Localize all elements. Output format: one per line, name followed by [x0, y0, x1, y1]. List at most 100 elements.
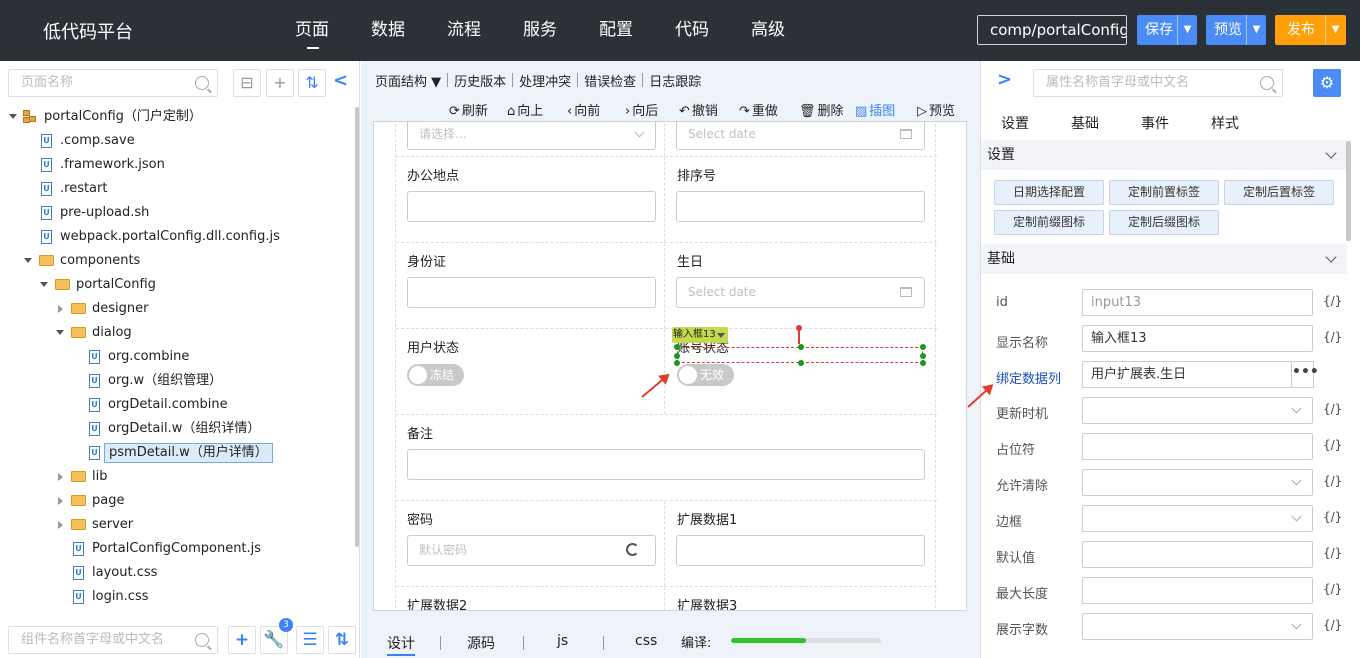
expression-button[interactable]: {/} — [1323, 402, 1342, 416]
resize-handle[interactable] — [674, 353, 680, 359]
new-folder-icon[interactable]: ⊟ — [233, 69, 261, 97]
bind-column-input[interactable]: 用户扩展表.生日 — [1082, 361, 1292, 388]
form-cell[interactable]: 备注 — [396, 415, 937, 500]
expression-button[interactable]: {/} — [1323, 294, 1342, 308]
screenshot-button[interactable]: ▨ 插图 — [855, 100, 895, 119]
expand-right-icon[interactable]: > — [997, 69, 1012, 90]
tab-basic[interactable]: 基础 — [1071, 113, 1099, 133]
preview-button[interactable]: 预览 ▼ — [1206, 15, 1266, 45]
delete-button[interactable]: 🗑 删除 — [799, 100, 844, 119]
nav-data[interactable]: 数据 — [371, 0, 447, 61]
ext1-input[interactable] — [676, 535, 925, 566]
publish-dropdown-icon[interactable]: ▼ — [1325, 15, 1345, 45]
nav-code[interactable]: 代码 — [675, 0, 751, 61]
redo-button[interactable]: ↷ 重做 — [739, 100, 778, 119]
save-button[interactable]: 保存 ▼ — [1137, 15, 1197, 45]
form-cell[interactable]: 办公地点 — [396, 157, 665, 242]
office-input[interactable] — [407, 191, 656, 222]
nav-service[interactable]: 服务 — [523, 0, 599, 61]
collapse-left-icon[interactable]: < — [333, 70, 348, 91]
rotate-handle[interactable] — [796, 325, 802, 344]
search-icon[interactable] — [195, 76, 209, 90]
nav-page[interactable]: 页面 — [295, 0, 371, 61]
custom-prefix-label-button[interactable]: 定制前置标签 — [1109, 180, 1219, 205]
component-path-select[interactable]: comp/portalConfig — [977, 15, 1127, 45]
menu-error-check[interactable]: 错误检查 — [584, 71, 636, 90]
nav-flow[interactable]: 流程 — [447, 0, 523, 61]
idcard-input[interactable] — [407, 277, 656, 308]
tab-js[interactable]: js — [557, 633, 568, 649]
resize-handle[interactable] — [920, 344, 926, 350]
birthday-date-input[interactable]: Select date — [676, 277, 925, 308]
publish-button[interactable]: 发布 ▼ — [1275, 15, 1346, 45]
sort-icon[interactable]: ⇅ — [298, 69, 326, 97]
update-timing-select[interactable] — [1082, 397, 1313, 424]
up-button[interactable]: ⌂ 向上 — [507, 100, 543, 119]
collapse-arrow-icon[interactable] — [58, 497, 63, 505]
search-icon[interactable] — [1260, 76, 1274, 90]
resize-handle[interactable] — [920, 360, 926, 366]
form-cell[interactable]: Select date — [666, 122, 937, 156]
expand-icon[interactable] — [24, 258, 32, 263]
form-cell[interactable]: 用户状态 冻结 — [396, 329, 665, 414]
page-search-input[interactable]: 页面名称 — [8, 69, 218, 97]
resize-handle[interactable] — [920, 353, 926, 359]
expand-icon[interactable] — [40, 282, 48, 287]
default-value-input[interactable] — [1082, 541, 1313, 568]
selection-tag[interactable]: 输入框13 — [672, 327, 728, 343]
tab-source[interactable]: 源码 — [467, 633, 495, 653]
nav-config[interactable]: 配置 — [599, 0, 675, 61]
menu-conflict[interactable]: 处理冲突 — [519, 71, 571, 90]
custom-suffix-label-button[interactable]: 定制后置标签 — [1224, 180, 1334, 205]
collapse-arrow-icon[interactable] — [58, 473, 63, 481]
id-input[interactable]: input13 — [1082, 289, 1313, 316]
placeholder-input[interactable] — [1082, 433, 1313, 460]
tab-events[interactable]: 事件 — [1141, 113, 1169, 133]
tree-scrollbar[interactable] — [355, 107, 359, 547]
search-icon[interactable] — [195, 633, 209, 647]
tab-css[interactable]: css — [635, 633, 657, 649]
more-icon[interactable]: ••• — [1292, 361, 1319, 388]
design-canvas[interactable]: 请选择... Select date 办公地点 排序号 身份证 生日 Selec… — [373, 121, 967, 611]
expand-icon[interactable] — [9, 114, 17, 119]
tab-styles[interactable]: 样式 — [1211, 113, 1239, 133]
tab-design[interactable]: 设计 — [387, 633, 415, 656]
form-cell[interactable]: 请选择... — [396, 122, 665, 156]
resize-handle[interactable] — [798, 360, 804, 366]
properties-scrollbar[interactable] — [1346, 141, 1351, 241]
refresh-icon[interactable] — [626, 543, 639, 556]
form-cell[interactable]: 身份证 — [396, 243, 665, 328]
show-count-select[interactable] — [1082, 613, 1313, 640]
component-search-input[interactable]: 组件名称首字母或中文名 — [8, 626, 218, 654]
page-preview-button[interactable]: ▷ 预览 — [917, 100, 955, 119]
form-cell[interactable]: 密码 默认密码 — [396, 501, 665, 586]
collapse-arrow-icon[interactable] — [58, 305, 63, 313]
custom-prefix-icon-button[interactable]: 定制前缀图标 — [994, 210, 1104, 235]
expression-button[interactable]: {/} — [1323, 510, 1342, 524]
form-cell[interactable]: 扩展数据2 — [396, 587, 665, 610]
select-field[interactable]: 请选择... — [407, 122, 656, 150]
form-cell[interactable]: 生日 Select date — [666, 243, 937, 328]
add-component-icon[interactable]: + — [228, 626, 256, 654]
form-cell[interactable]: 扩展数据1 — [666, 501, 937, 586]
property-search-input[interactable]: 属性名称首字母或中文名 — [1033, 69, 1283, 97]
nav-advanced[interactable]: 高级 — [751, 0, 827, 61]
expression-button[interactable]: {/} — [1323, 618, 1342, 632]
save-dropdown-icon[interactable]: ▼ — [1177, 15, 1197, 45]
list-indent-icon[interactable]: ☰ — [296, 626, 324, 654]
form-cell[interactable]: 扩展数据3 — [666, 587, 937, 610]
custom-suffix-icon-button[interactable]: 定制后缀图标 — [1109, 210, 1219, 235]
display-name-input[interactable]: 输入框13 — [1082, 325, 1313, 352]
expression-button[interactable]: {/} — [1323, 582, 1342, 596]
expression-button[interactable]: {/} — [1323, 438, 1342, 452]
add-icon[interactable]: + — [266, 69, 294, 97]
expression-button[interactable]: {/} — [1323, 546, 1342, 560]
menu-log-trace[interactable]: 日志跟踪 — [649, 71, 701, 90]
gear-icon[interactable]: ⚙ — [1313, 69, 1341, 97]
account-status-toggle[interactable]: 无效 — [677, 364, 734, 386]
menu-page-structure[interactable]: 页面结构 ▼ — [375, 71, 441, 90]
tab-settings[interactable]: 设置 — [1001, 113, 1029, 133]
remark-input[interactable] — [407, 449, 925, 480]
form-cell[interactable]: 排序号 — [666, 157, 937, 242]
sort-icon[interactable]: ⇅ — [328, 626, 356, 654]
